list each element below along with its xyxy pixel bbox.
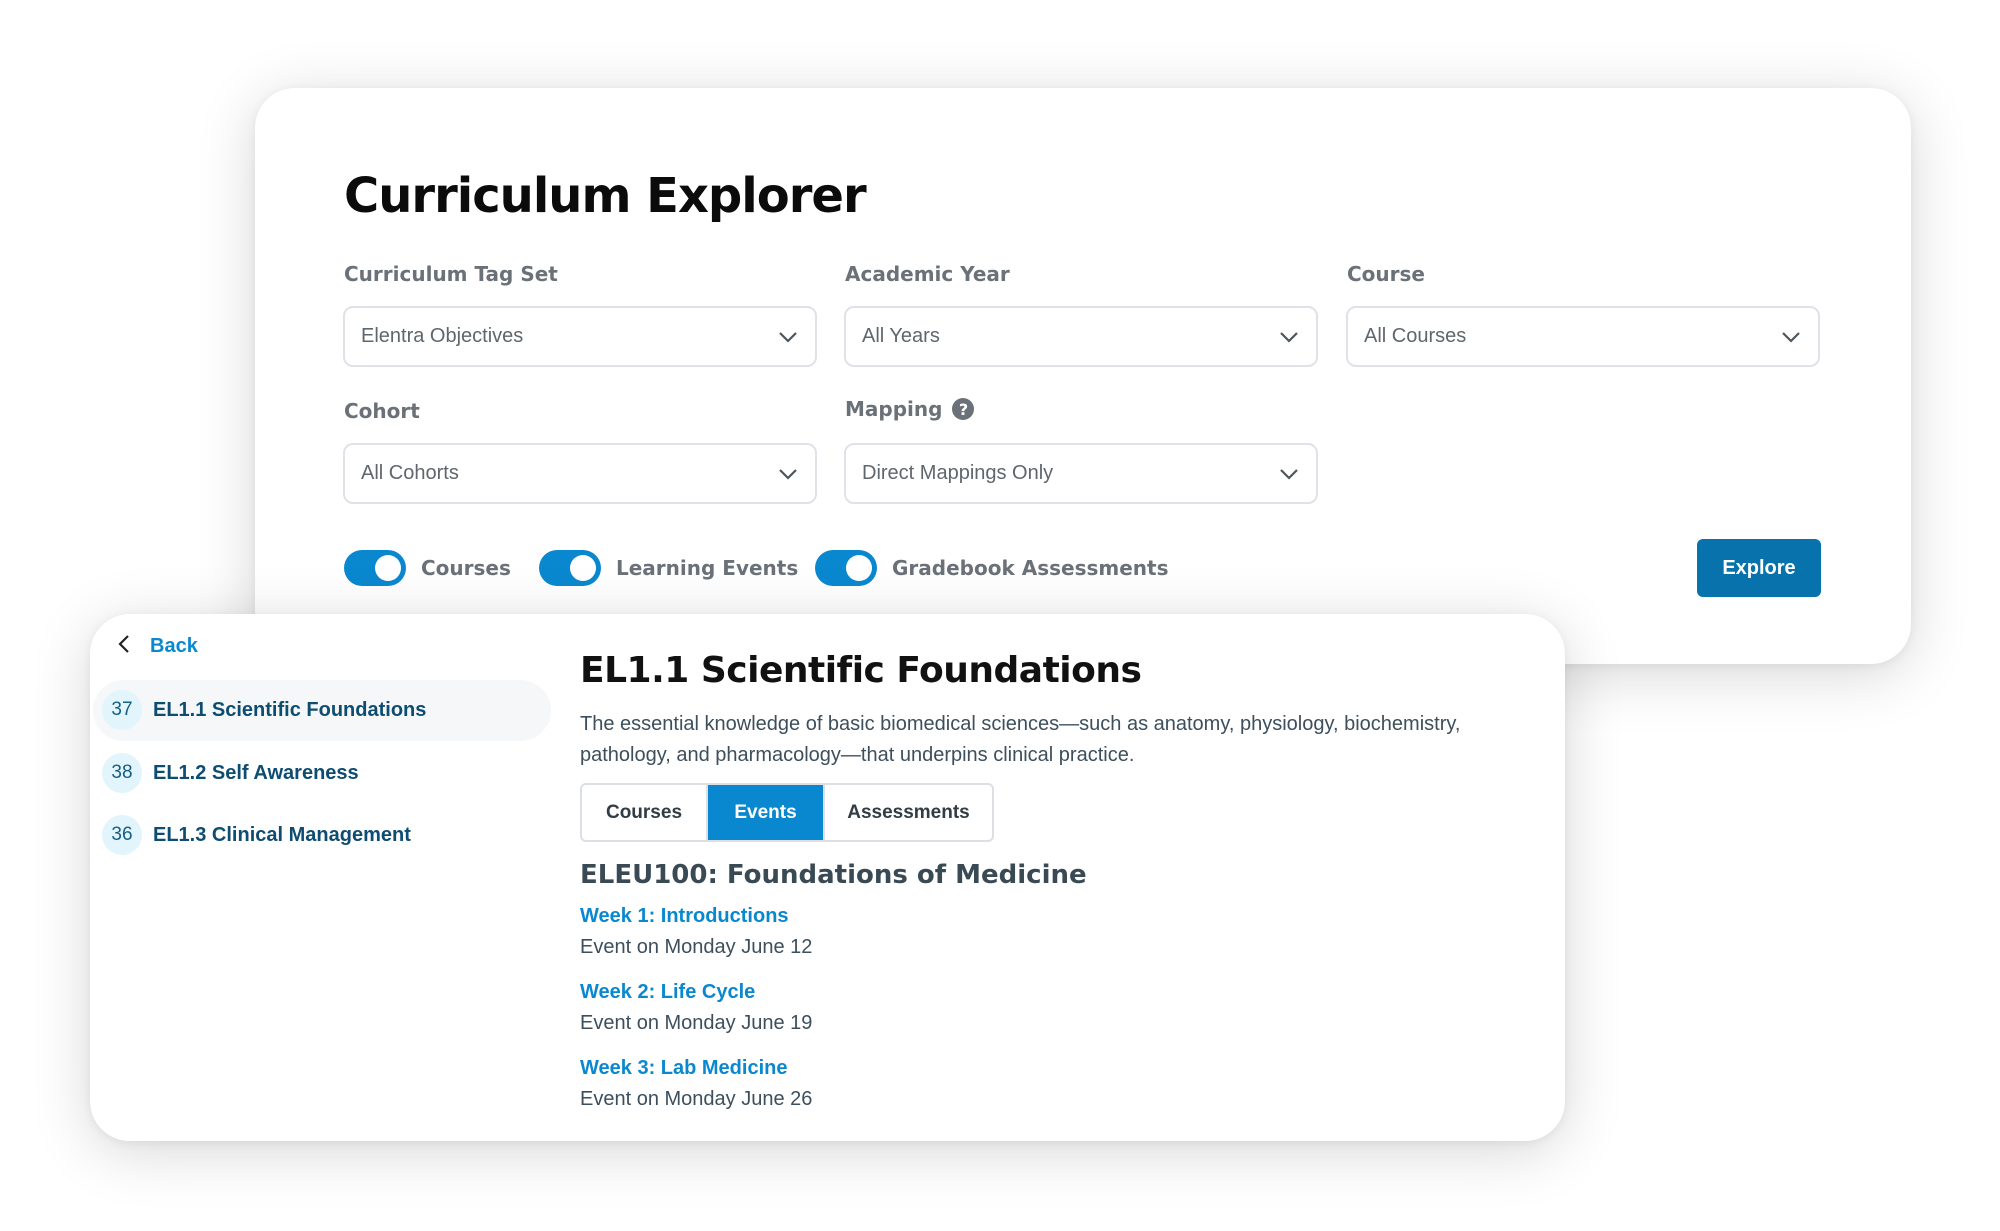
- sidebar-item-label: EL1.3 Clinical Management: [153, 823, 411, 846]
- cohort-select[interactable]: All Cohorts: [343, 443, 817, 504]
- sidebar-item-label: EL1.1 Scientific Foundations: [153, 698, 427, 721]
- sidebar-item-el1-3[interactable]: 36 EL1.3 Clinical Management: [102, 815, 411, 855]
- chevron-left-icon: [118, 634, 130, 659]
- gradebook-assessments-toggle[interactable]: [815, 550, 877, 586]
- course-label: Course: [1347, 262, 1425, 286]
- select-value: All Cohorts: [361, 462, 459, 484]
- tab-assessments[interactable]: Assessments: [825, 785, 992, 840]
- select-value: Direct Mappings Only: [862, 462, 1054, 484]
- objective-description: The essential knowledge of basic biomedi…: [580, 713, 1461, 766]
- cohort-label: Cohort: [344, 399, 420, 423]
- event-item: Week 3: Lab Medicine Event on Monday Jun…: [580, 1057, 812, 1111]
- tab-courses[interactable]: Courses: [582, 785, 708, 840]
- mapping-label: Mapping: [845, 397, 943, 421]
- event-link[interactable]: Week 2: Life Cycle: [580, 981, 812, 1004]
- courses-toggle-group: Courses: [344, 550, 511, 586]
- course-select[interactable]: All Courses: [1346, 306, 1820, 367]
- learning-events-toggle[interactable]: [539, 550, 601, 586]
- learning-events-toggle-label: Learning Events: [616, 556, 799, 580]
- question-circle-icon[interactable]: ?: [952, 398, 975, 420]
- courses-toggle-label: Courses: [421, 556, 511, 580]
- courses-toggle[interactable]: [344, 550, 406, 586]
- course-heading: ELEU100: Foundations of Medicine: [580, 860, 1087, 890]
- gradebook-assessments-toggle-group: Gradebook Assessments: [815, 550, 1168, 586]
- curriculum-tag-set-label: Curriculum Tag Set: [344, 262, 558, 286]
- toggle-knob: [846, 555, 872, 581]
- event-date: Event on Monday June 26: [580, 1088, 813, 1110]
- event-item: Week 1: Introductions Event on Monday Ju…: [580, 905, 812, 959]
- back-label: Back: [150, 635, 198, 657]
- back-link[interactable]: Back: [118, 634, 198, 659]
- toggle-knob: [375, 555, 401, 581]
- select-value: All Courses: [1364, 325, 1467, 347]
- explore-button[interactable]: Explore: [1697, 539, 1821, 597]
- chevron-down-icon: [777, 326, 799, 348]
- count-badge: 38: [102, 753, 142, 793]
- chevron-down-icon: [1780, 326, 1802, 348]
- objective-detail-panel: Back 37 EL1.1 Scientific Foundations 38 …: [90, 614, 1565, 1141]
- count-badge: 37: [102, 690, 142, 730]
- toggle-knob: [570, 555, 596, 581]
- event-date: Event on Monday June 12: [580, 936, 813, 958]
- count-badge: 36: [102, 815, 142, 855]
- gradebook-assessments-toggle-label: Gradebook Assessments: [892, 556, 1169, 580]
- tab-events[interactable]: Events: [708, 785, 825, 840]
- event-item: Week 2: Life Cycle Event on Monday June …: [580, 981, 812, 1035]
- curriculum-tag-set-select[interactable]: Elentra Objectives: [343, 306, 817, 367]
- sidebar-item-label: EL1.2 Self Awareness: [153, 761, 359, 784]
- sidebar-item-el1-2[interactable]: 38 EL1.2 Self Awareness: [102, 753, 359, 793]
- page-title: Curriculum Explorer: [344, 168, 867, 224]
- chevron-down-icon: [777, 463, 799, 485]
- academic-year-label: Academic Year: [845, 262, 1010, 286]
- tab-bar: Courses Events Assessments: [580, 783, 994, 842]
- event-date: Event on Monday June 19: [580, 1012, 813, 1034]
- academic-year-select[interactable]: All Years: [844, 306, 1318, 367]
- objective-title: EL1.1 Scientific Foundations: [580, 650, 1142, 691]
- sidebar-item-el1-1[interactable]: 37 EL1.1 Scientific Foundations: [102, 690, 426, 730]
- chevron-down-icon: [1278, 463, 1300, 485]
- select-value: All Years: [862, 325, 940, 347]
- mapping-select[interactable]: Direct Mappings Only: [844, 443, 1318, 504]
- mapping-label-group: Mapping ?: [845, 397, 975, 421]
- chevron-down-icon: [1278, 326, 1300, 348]
- event-link[interactable]: Week 3: Lab Medicine: [580, 1057, 812, 1080]
- curriculum-explorer-panel: Curriculum Explorer Curriculum Tag Set E…: [255, 88, 1911, 664]
- select-value: Elentra Objectives: [361, 325, 524, 347]
- event-link[interactable]: Week 1: Introductions: [580, 905, 812, 928]
- learning-events-toggle-group: Learning Events: [539, 550, 798, 586]
